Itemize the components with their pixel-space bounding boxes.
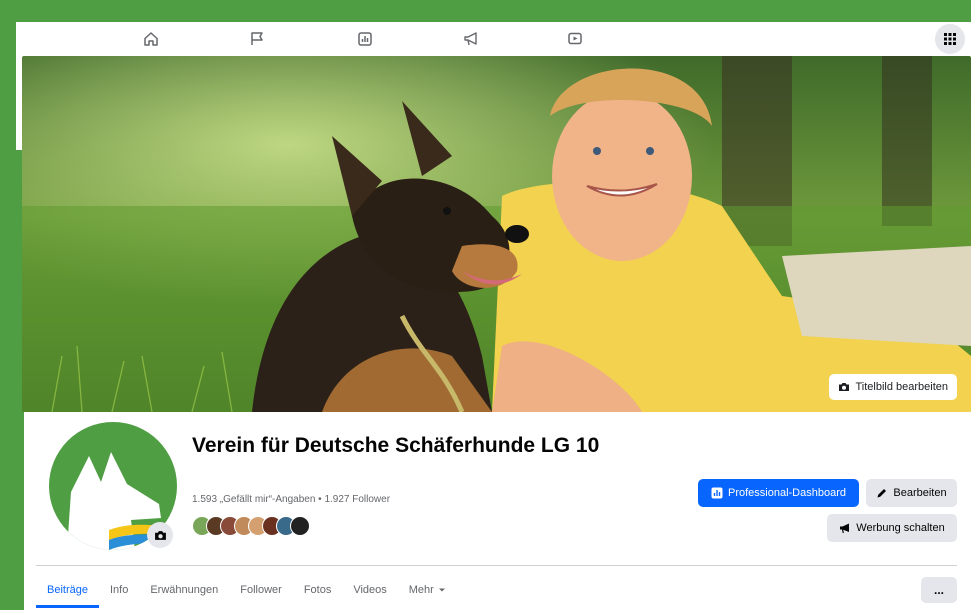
grid-menu-icon[interactable] bbox=[935, 24, 965, 54]
top-nav-bar bbox=[16, 22, 971, 56]
follower-avatars[interactable] bbox=[192, 516, 310, 538]
follower-avatar[interactable] bbox=[290, 516, 310, 536]
cover-photo: Titelbild bearbeiten bbox=[22, 56, 971, 412]
cover-photo-image bbox=[22, 56, 971, 412]
camera-icon bbox=[154, 530, 166, 540]
tab-label: Beiträge bbox=[47, 584, 88, 596]
megaphone-icon bbox=[840, 523, 850, 534]
megaphone-icon[interactable] bbox=[458, 26, 484, 52]
tab-label: Follower bbox=[240, 584, 282, 596]
tab-beitraege[interactable]: Beiträge bbox=[36, 572, 99, 608]
tab-label: Erwähnungen bbox=[150, 584, 219, 596]
edit-cover-button[interactable]: Titelbild bearbeiten bbox=[829, 374, 957, 400]
tab-label: Mehr bbox=[408, 584, 434, 596]
edit-page-button[interactable]: Bearbeiten bbox=[866, 479, 957, 507]
camera-icon bbox=[839, 383, 850, 391]
page-title: Verein für Deutsche Schäferhunde LG 10 bbox=[192, 434, 600, 457]
professional-dashboard-button[interactable]: Professional-Dashboard bbox=[698, 479, 859, 507]
tab-videos[interactable]: Videos bbox=[342, 572, 397, 608]
tab-follower[interactable]: Follower bbox=[229, 572, 293, 608]
tab-erwaehnungen[interactable]: Erwähnungen bbox=[139, 572, 229, 608]
tab-mehr[interactable]: Mehr bbox=[398, 572, 457, 608]
flag-icon[interactable] bbox=[244, 26, 270, 52]
tab-fotos[interactable]: Fotos bbox=[293, 572, 343, 608]
chevron-down-icon bbox=[438, 588, 445, 592]
home-icon[interactable] bbox=[138, 26, 164, 52]
tab-label: Info bbox=[109, 584, 129, 596]
decorative-green-border-left-wide bbox=[0, 150, 24, 610]
dashboard-icon bbox=[711, 487, 723, 499]
tab-label: Videos bbox=[353, 584, 387, 596]
facebook-page-frame: Titelbild bearbeiten Verein für Deutsche… bbox=[0, 0, 971, 610]
edit-cover-label: Titelbild bearbeiten bbox=[855, 381, 948, 393]
professional-dashboard-label: Professional-Dashboard bbox=[727, 487, 846, 499]
tab-info[interactable]: Info bbox=[99, 572, 139, 608]
more-options-button[interactable]: ... bbox=[921, 577, 957, 603]
insights-icon[interactable] bbox=[352, 26, 378, 52]
section-divider bbox=[36, 565, 957, 566]
page-stats[interactable]: 1.593 „Gefällt mir“-Angaben • 1.927 Foll… bbox=[192, 494, 390, 505]
edit-page-label: Bearbeiten bbox=[893, 487, 947, 499]
advertise-button[interactable]: Werbung schalten bbox=[827, 514, 957, 542]
video-icon[interactable] bbox=[562, 26, 588, 52]
pencil-icon bbox=[877, 489, 887, 498]
advertise-label: Werbung schalten bbox=[856, 522, 945, 534]
update-profile-picture-button[interactable] bbox=[147, 522, 173, 548]
decorative-green-border-top bbox=[0, 0, 971, 22]
page-tabs: Beiträge Info Erwähnungen Follower Fotos… bbox=[36, 572, 457, 608]
tab-label: Fotos bbox=[303, 584, 332, 596]
